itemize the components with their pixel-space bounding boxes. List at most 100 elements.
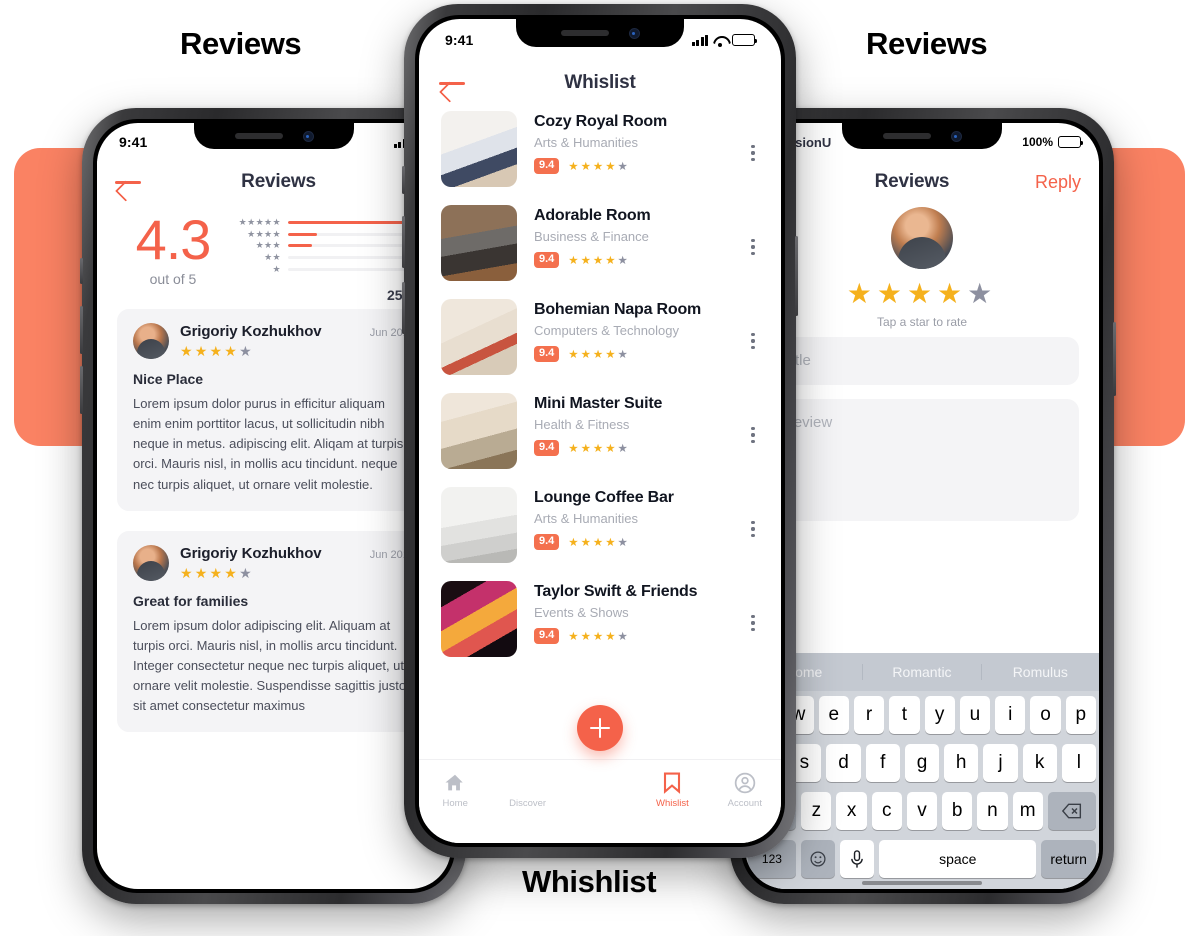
- review-body-input[interactable]: Review: [765, 399, 1079, 521]
- notch: [516, 19, 684, 47]
- histogram-stars-label: ★★★★: [247, 228, 281, 239]
- avatar: [891, 207, 953, 269]
- key-d[interactable]: d: [826, 744, 861, 782]
- key-z[interactable]: z: [801, 792, 832, 830]
- page-title: Reviews: [241, 171, 316, 192]
- histogram-stars-label: ★: [272, 263, 281, 274]
- front-camera-icon: [302, 130, 314, 142]
- key-p[interactable]: p: [1065, 696, 1096, 734]
- nav-bar: Whislist: [419, 61, 781, 105]
- tab-whislist[interactable]: Whislist: [636, 771, 708, 809]
- item-thumbnail: [441, 581, 517, 657]
- key-i[interactable]: i: [995, 696, 1026, 734]
- list-item[interactable]: Adorable Room Business & Finance 9.4 ★★★★★: [441, 205, 763, 281]
- key-v[interactable]: v: [906, 792, 938, 830]
- key-m[interactable]: m: [1012, 792, 1043, 830]
- front-camera-icon: [950, 130, 962, 142]
- emoji-icon[interactable]: [800, 840, 835, 878]
- home-icon: [419, 771, 491, 795]
- list-item[interactable]: Lounge Coffee Bar Arts & Humanities 9.4 ★★★…: [441, 487, 763, 563]
- item-more-options-icon[interactable]: [743, 393, 763, 444]
- arrow-left-icon[interactable]: [439, 73, 465, 93]
- reply-button[interactable]: Reply: [1035, 172, 1081, 193]
- battery-percent: 100%: [1022, 135, 1053, 149]
- item-title: Cozy Royal Room: [534, 113, 668, 130]
- tab-label: Home: [442, 798, 468, 809]
- key-f[interactable]: f: [865, 744, 900, 782]
- key-e[interactable]: e: [818, 696, 849, 734]
- return-key[interactable]: return: [1041, 840, 1097, 878]
- score-value: 4.3: [135, 208, 212, 271]
- score-badge: 9.4: [534, 628, 560, 644]
- review-card: Grigoriy Kozhukhov ★★★★★ Jun 2018 Nice Plac…: [117, 309, 431, 511]
- item-thumbnail: [441, 487, 517, 563]
- key-g[interactable]: g: [904, 744, 940, 782]
- volume-up-button[interactable]: [402, 216, 405, 268]
- item-category: Computers & Technology: [534, 323, 680, 338]
- key-o[interactable]: o: [1030, 696, 1061, 734]
- item-title: Mini Master Suite: [534, 395, 663, 412]
- speaker-grille: [234, 133, 283, 139]
- key-k[interactable]: k: [1022, 744, 1057, 782]
- autocorrect-suggestions: Rome Romantic Romulus: [745, 653, 1099, 691]
- volume-up-button[interactable]: [80, 306, 83, 354]
- status-indicators: [691, 34, 758, 47]
- review-stars: ★★★★★: [180, 564, 254, 581]
- space-key[interactable]: space: [879, 840, 1037, 878]
- list-item[interactable]: Mini Master Suite Health & Fitness 9.4 ★★★★…: [441, 393, 763, 469]
- key-l[interactable]: l: [1061, 744, 1096, 782]
- key-r[interactable]: r: [853, 696, 885, 734]
- add-button[interactable]: [577, 705, 623, 751]
- item-more-options-icon[interactable]: [743, 581, 763, 632]
- star-rating-input[interactable]: ★★★★★: [745, 277, 1099, 310]
- key-u[interactable]: u: [959, 696, 991, 734]
- histogram-stars-label: ★★★: [255, 240, 281, 251]
- review-title: Great for families: [133, 592, 249, 609]
- key-y[interactable]: y: [924, 696, 955, 734]
- key-t[interactable]: t: [889, 696, 920, 734]
- key-b[interactable]: b: [942, 792, 973, 830]
- key-c[interactable]: c: [871, 792, 902, 830]
- list-item[interactable]: Taylor Swift & Friends Events & Shows 9.4 ★…: [441, 581, 763, 657]
- keyboard-row-4: 123 space return: [745, 835, 1099, 883]
- item-more-options-icon[interactable]: [743, 487, 763, 538]
- microphone-icon[interactable]: [840, 840, 875, 878]
- home-indicator[interactable]: [862, 881, 982, 885]
- key-x[interactable]: x: [836, 792, 867, 830]
- list-item[interactable]: Cozy Royal Room Arts & Humanities 9.4 ★★★★★: [441, 111, 763, 187]
- power-button[interactable]: [1113, 322, 1116, 396]
- onscreen-keyboard: RomeRomanticRomulus qwertyuiop asdfghjkl…: [745, 653, 1099, 889]
- item-more-options-icon[interactable]: [743, 299, 763, 350]
- histogram-stars-label: ★★: [264, 252, 281, 263]
- item-thumbnail: [441, 111, 517, 187]
- tab-discover[interactable]: Discover: [491, 771, 563, 809]
- key-n[interactable]: n: [977, 792, 1008, 830]
- review-title-input[interactable]: Title: [765, 337, 1079, 385]
- arrow-left-icon[interactable]: [115, 172, 141, 192]
- item-more-options-icon[interactable]: [743, 111, 763, 162]
- review-title: Nice Place: [133, 371, 204, 387]
- suggestion-romulus[interactable]: Romulus: [982, 664, 1099, 680]
- review-stars: ★★★★★: [180, 343, 254, 359]
- rating-histogram: ★★★★★★★★★★★★★★★ 25 Rat: [229, 211, 431, 303]
- nav-bar: Reviews Reply: [745, 161, 1099, 203]
- item-stars: ★★★★★: [568, 254, 630, 267]
- phone-bezel: 9:41 Whislist Cozy Royal Room Arts & Huma…: [415, 15, 785, 847]
- list-item[interactable]: Bohemian Napa Room Computers & Technology…: [441, 299, 763, 375]
- mute-switch[interactable]: [402, 166, 405, 194]
- key-j[interactable]: j: [983, 744, 1018, 782]
- item-title: Bohemian Napa Room: [534, 301, 702, 318]
- tab-account[interactable]: Account: [709, 771, 781, 809]
- power-button[interactable]: [795, 236, 798, 316]
- suggestion-romantic[interactable]: Romantic: [863, 664, 982, 680]
- tab-label: Whislist: [656, 798, 689, 809]
- reviewer-name: Grigoriy Kozhukhov: [180, 544, 322, 562]
- volume-down-button[interactable]: [402, 282, 405, 334]
- mute-switch[interactable]: [80, 258, 83, 284]
- backspace-icon[interactable]: [1047, 792, 1096, 830]
- volume-down-button[interactable]: [80, 366, 83, 414]
- histogram-stars-label: ★★★★★: [238, 217, 281, 228]
- tab-home[interactable]: Home: [419, 771, 491, 809]
- item-more-options-icon[interactable]: [743, 205, 763, 256]
- key-h[interactable]: h: [944, 744, 979, 782]
